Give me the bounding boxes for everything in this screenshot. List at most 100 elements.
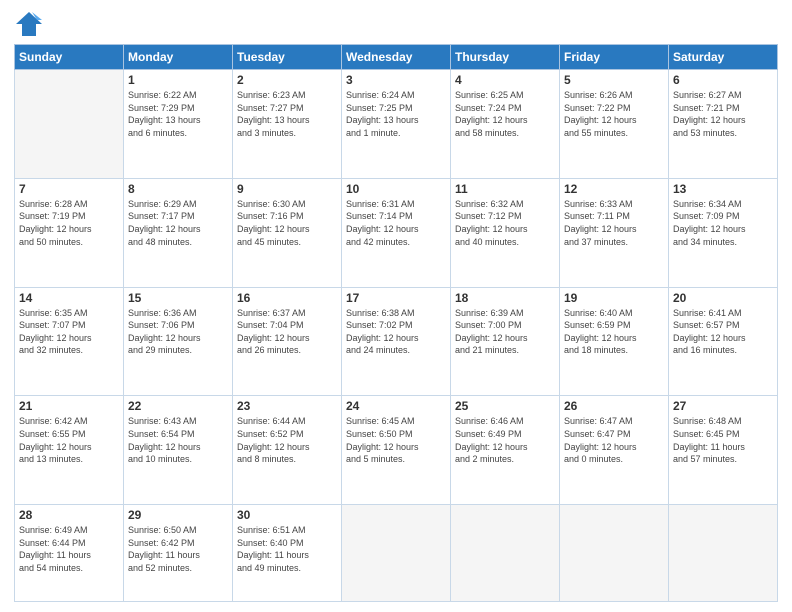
calendar-cell: 30 Sunrise: 6:51 AMSunset: 6:40 PMDayligh…	[233, 505, 342, 602]
day-number: 22	[128, 399, 228, 413]
col-header-sunday: Sunday	[15, 45, 124, 70]
day-info: Sunrise: 6:23 AMSunset: 7:27 PMDaylight:…	[237, 89, 337, 139]
calendar-cell: 17 Sunrise: 6:38 AMSunset: 7:02 PMDayligh…	[342, 287, 451, 396]
calendar-cell: 22 Sunrise: 6:43 AMSunset: 6:54 PMDayligh…	[124, 396, 233, 505]
day-info: Sunrise: 6:41 AMSunset: 6:57 PMDaylight:…	[673, 307, 773, 357]
day-info: Sunrise: 6:42 AMSunset: 6:55 PMDaylight:…	[19, 415, 119, 465]
day-info: Sunrise: 6:27 AMSunset: 7:21 PMDaylight:…	[673, 89, 773, 139]
col-header-monday: Monday	[124, 45, 233, 70]
calendar-table: SundayMondayTuesdayWednesdayThursdayFrid…	[14, 44, 778, 602]
day-info: Sunrise: 6:50 AMSunset: 6:42 PMDaylight:…	[128, 524, 228, 574]
day-number: 10	[346, 182, 446, 196]
calendar-cell	[451, 505, 560, 602]
day-number: 27	[673, 399, 773, 413]
day-info: Sunrise: 6:33 AMSunset: 7:11 PMDaylight:…	[564, 198, 664, 248]
day-number: 25	[455, 399, 555, 413]
calendar-cell: 5 Sunrise: 6:26 AMSunset: 7:22 PMDaylight…	[560, 70, 669, 179]
day-number: 30	[237, 508, 337, 522]
header	[14, 10, 778, 38]
calendar-cell	[560, 505, 669, 602]
day-info: Sunrise: 6:45 AMSunset: 6:50 PMDaylight:…	[346, 415, 446, 465]
day-number: 28	[19, 508, 119, 522]
calendar-header-row: SundayMondayTuesdayWednesdayThursdayFrid…	[15, 45, 778, 70]
calendar-cell: 11Sunrise: 6:32 AMSunset: 7:12 PMDayligh…	[451, 178, 560, 287]
calendar-cell: 7 Sunrise: 6:28 AMSunset: 7:19 PMDaylight…	[15, 178, 124, 287]
calendar-cell	[15, 70, 124, 179]
day-number: 3	[346, 73, 446, 87]
day-info: Sunrise: 6:25 AMSunset: 7:24 PMDaylight:…	[455, 89, 555, 139]
day-info: Sunrise: 6:30 AMSunset: 7:16 PMDaylight:…	[237, 198, 337, 248]
day-info: Sunrise: 6:26 AMSunset: 7:22 PMDaylight:…	[564, 89, 664, 139]
calendar-cell: 27 Sunrise: 6:48 AMSunset: 6:45 PMDayligh…	[669, 396, 778, 505]
day-info: Sunrise: 6:46 AMSunset: 6:49 PMDaylight:…	[455, 415, 555, 465]
week-row-3: 21Sunrise: 6:42 AMSunset: 6:55 PMDayligh…	[15, 396, 778, 505]
calendar-cell: 21Sunrise: 6:42 AMSunset: 6:55 PMDayligh…	[15, 396, 124, 505]
calendar-cell: 19 Sunrise: 6:40 AMSunset: 6:59 PMDayligh…	[560, 287, 669, 396]
calendar-cell	[342, 505, 451, 602]
calendar-cell: 29Sunrise: 6:50 AMSunset: 6:42 PMDayligh…	[124, 505, 233, 602]
calendar-cell	[669, 505, 778, 602]
logo	[14, 10, 48, 38]
day-number: 24	[346, 399, 446, 413]
calendar-cell: 2 Sunrise: 6:23 AMSunset: 7:27 PMDaylight…	[233, 70, 342, 179]
calendar-cell: 16 Sunrise: 6:37 AMSunset: 7:04 PMDayligh…	[233, 287, 342, 396]
calendar-cell: 10 Sunrise: 6:31 AMSunset: 7:14 PMDayligh…	[342, 178, 451, 287]
day-number: 13	[673, 182, 773, 196]
day-info: Sunrise: 6:38 AMSunset: 7:02 PMDaylight:…	[346, 307, 446, 357]
day-info: Sunrise: 6:37 AMSunset: 7:04 PMDaylight:…	[237, 307, 337, 357]
day-number: 19	[564, 291, 664, 305]
calendar-cell: 25 Sunrise: 6:46 AMSunset: 6:49 PMDayligh…	[451, 396, 560, 505]
calendar-cell: 8 Sunrise: 6:29 AMSunset: 7:17 PMDaylight…	[124, 178, 233, 287]
day-info: Sunrise: 6:39 AMSunset: 7:00 PMDaylight:…	[455, 307, 555, 357]
week-row-2: 14Sunrise: 6:35 AMSunset: 7:07 PMDayligh…	[15, 287, 778, 396]
day-number: 12	[564, 182, 664, 196]
day-number: 7	[19, 182, 119, 196]
day-number: 6	[673, 73, 773, 87]
day-number: 15	[128, 291, 228, 305]
day-number: 9	[237, 182, 337, 196]
week-row-0: 1 Sunrise: 6:22 AMSunset: 7:29 PMDaylight…	[15, 70, 778, 179]
day-info: Sunrise: 6:29 AMSunset: 7:17 PMDaylight:…	[128, 198, 228, 248]
calendar-cell: 18 Sunrise: 6:39 AMSunset: 7:00 PMDayligh…	[451, 287, 560, 396]
day-number: 16	[237, 291, 337, 305]
day-info: Sunrise: 6:48 AMSunset: 6:45 PMDaylight:…	[673, 415, 773, 465]
calendar-cell: 24 Sunrise: 6:45 AMSunset: 6:50 PMDayligh…	[342, 396, 451, 505]
day-number: 1	[128, 73, 228, 87]
calendar-cell: 23Sunrise: 6:44 AMSunset: 6:52 PMDayligh…	[233, 396, 342, 505]
day-info: Sunrise: 6:32 AMSunset: 7:12 PMDaylight:…	[455, 198, 555, 248]
calendar-cell: 12 Sunrise: 6:33 AMSunset: 7:11 PMDayligh…	[560, 178, 669, 287]
day-info: Sunrise: 6:51 AMSunset: 6:40 PMDaylight:…	[237, 524, 337, 574]
week-row-4: 28 Sunrise: 6:49 AMSunset: 6:44 PMDayligh…	[15, 505, 778, 602]
day-info: Sunrise: 6:22 AMSunset: 7:29 PMDaylight:…	[128, 89, 228, 139]
day-info: Sunrise: 6:34 AMSunset: 7:09 PMDaylight:…	[673, 198, 773, 248]
calendar-cell: 3 Sunrise: 6:24 AMSunset: 7:25 PMDaylight…	[342, 70, 451, 179]
week-row-1: 7 Sunrise: 6:28 AMSunset: 7:19 PMDaylight…	[15, 178, 778, 287]
calendar-cell: 4 Sunrise: 6:25 AMSunset: 7:24 PMDaylight…	[451, 70, 560, 179]
calendar-cell: 20Sunrise: 6:41 AMSunset: 6:57 PMDayligh…	[669, 287, 778, 396]
day-info: Sunrise: 6:36 AMSunset: 7:06 PMDaylight:…	[128, 307, 228, 357]
day-info: Sunrise: 6:47 AMSunset: 6:47 PMDaylight:…	[564, 415, 664, 465]
col-header-thursday: Thursday	[451, 45, 560, 70]
calendar-cell: 26Sunrise: 6:47 AMSunset: 6:47 PMDayligh…	[560, 396, 669, 505]
col-header-saturday: Saturday	[669, 45, 778, 70]
calendar-cell: 6 Sunrise: 6:27 AMSunset: 7:21 PMDaylight…	[669, 70, 778, 179]
day-number: 4	[455, 73, 555, 87]
day-number: 5	[564, 73, 664, 87]
day-number: 2	[237, 73, 337, 87]
day-info: Sunrise: 6:24 AMSunset: 7:25 PMDaylight:…	[346, 89, 446, 139]
day-info: Sunrise: 6:35 AMSunset: 7:07 PMDaylight:…	[19, 307, 119, 357]
day-info: Sunrise: 6:49 AMSunset: 6:44 PMDaylight:…	[19, 524, 119, 574]
day-number: 8	[128, 182, 228, 196]
day-info: Sunrise: 6:40 AMSunset: 6:59 PMDaylight:…	[564, 307, 664, 357]
day-info: Sunrise: 6:43 AMSunset: 6:54 PMDaylight:…	[128, 415, 228, 465]
day-info: Sunrise: 6:44 AMSunset: 6:52 PMDaylight:…	[237, 415, 337, 465]
col-header-wednesday: Wednesday	[342, 45, 451, 70]
page: SundayMondayTuesdayWednesdayThursdayFrid…	[0, 0, 792, 612]
day-info: Sunrise: 6:28 AMSunset: 7:19 PMDaylight:…	[19, 198, 119, 248]
day-number: 17	[346, 291, 446, 305]
calendar-cell: 1 Sunrise: 6:22 AMSunset: 7:29 PMDaylight…	[124, 70, 233, 179]
day-info: Sunrise: 6:31 AMSunset: 7:14 PMDaylight:…	[346, 198, 446, 248]
day-number: 18	[455, 291, 555, 305]
calendar-cell: 28 Sunrise: 6:49 AMSunset: 6:44 PMDayligh…	[15, 505, 124, 602]
col-header-friday: Friday	[560, 45, 669, 70]
